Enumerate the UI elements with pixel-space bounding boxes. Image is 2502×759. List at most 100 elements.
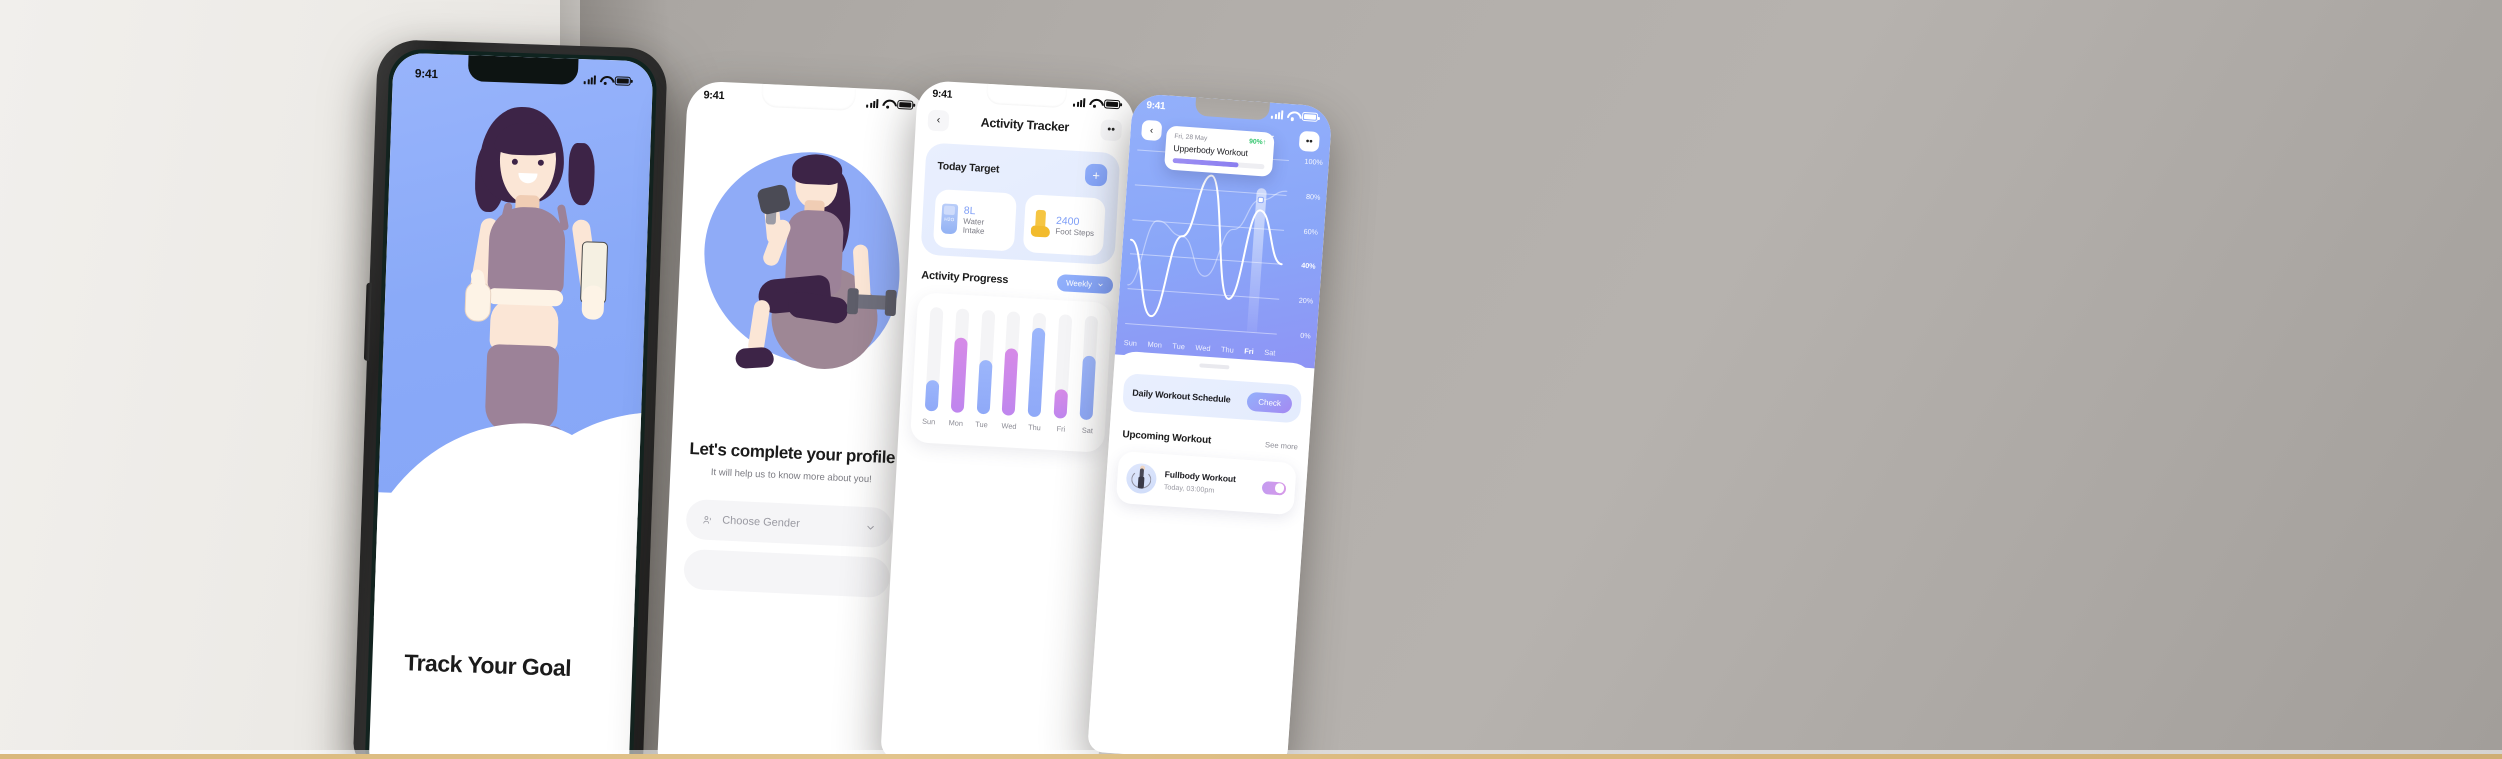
x-tick-label: Tue	[1172, 341, 1186, 352]
y-tick-label: 40%	[1300, 261, 1316, 272]
upcoming-workout-title: Upcoming Workout	[1122, 429, 1212, 447]
tooltip-percent: 90%↑	[1248, 138, 1267, 147]
hero-illustration-area	[368, 52, 654, 629]
activity-progress-header: Activity Progress Weekly	[921, 266, 1114, 295]
bar-column	[1002, 311, 1021, 416]
bar-track	[1053, 314, 1073, 419]
jump-rope-avatar	[1125, 462, 1158, 495]
page-title: Let's complete your profile	[689, 438, 896, 468]
chevron-down-icon	[1098, 283, 1103, 287]
y-tick-label: 80%	[1305, 191, 1321, 202]
workout-toggle[interactable]	[1261, 480, 1287, 496]
sheet-grabber[interactable]	[1199, 363, 1230, 370]
notch	[761, 83, 856, 112]
range-label: Weekly	[1065, 278, 1093, 289]
bar-fill	[1002, 348, 1019, 416]
x-tick-label: Thu	[1220, 344, 1235, 355]
profile-illustration	[683, 131, 920, 391]
bar-fill	[1079, 355, 1097, 421]
today-target-title: Today Target	[937, 160, 1000, 176]
range-dropdown[interactable]: Weekly	[1056, 273, 1114, 295]
navigation-bar: ‹ Activity Tracker ••	[915, 106, 1134, 144]
y-tick-label: 100%	[1304, 156, 1324, 167]
phone-1-onboarding: 9:41 Track Your Goal	[352, 38, 668, 759]
gender-select[interactable]: Choose Gender	[685, 498, 893, 549]
x-tick-label: Sun	[1123, 337, 1138, 348]
bar-fill	[950, 337, 968, 413]
today-target-header: Today Target +	[937, 155, 1108, 187]
wifi-icon	[600, 75, 611, 84]
status-time: 9:41	[932, 87, 953, 101]
water-intake-tile[interactable]: H2O 8L Water Intake	[932, 189, 1017, 252]
bar-column	[924, 306, 944, 412]
x-tick-label: Fri	[1244, 346, 1255, 357]
phone-1-screen: 9:41 Track Your Goal	[368, 52, 654, 759]
boot-icon	[1030, 209, 1051, 238]
x-tick-label: Mon	[1147, 339, 1163, 350]
today-target-card: Today Target + H2O 8L Water Intake 2400 …	[920, 142, 1121, 266]
water-intake-label: Water Intake	[962, 216, 985, 236]
bar-label: Sat	[1081, 425, 1094, 436]
page-title: Activity Tracker	[980, 115, 1070, 135]
bar-fill	[1053, 388, 1069, 419]
x-tick-label: Sat	[1264, 347, 1276, 358]
signal-icon	[584, 74, 596, 85]
signal-icon	[1271, 110, 1284, 120]
daily-schedule-label: Daily Workout Schedule	[1131, 387, 1231, 405]
chart-line-primary	[1130, 174, 1283, 318]
bar-label: Wed	[1001, 421, 1017, 431]
activity-bar-chart: Sun Mon Tue Wed Thu Fri Sat	[909, 292, 1113, 453]
battery-icon	[614, 75, 631, 86]
wifi-icon	[1287, 111, 1299, 121]
woman-exercise-ball-illustration	[735, 151, 897, 378]
page-title: Track Your Goal	[403, 649, 572, 682]
bar-track	[950, 308, 970, 413]
see-more-link[interactable]: See more	[1265, 440, 1298, 451]
bar-track	[1002, 311, 1021, 416]
page-subtitle: It will help us to know more about you!	[710, 466, 872, 486]
chart-highlight-point	[1257, 196, 1264, 204]
bar-fill	[1027, 327, 1046, 418]
status-time: 9:41	[414, 66, 438, 82]
notch	[467, 55, 579, 85]
status-icons	[866, 98, 914, 110]
y-tick-label: 60%	[1303, 226, 1319, 237]
bar-column	[1079, 315, 1099, 421]
secondary-field[interactable]	[683, 548, 891, 599]
target-tiles: H2O 8L Water Intake 2400 Foot Steps	[932, 189, 1106, 257]
battery-icon	[1301, 111, 1319, 122]
bar-track	[924, 306, 944, 412]
wifi-icon	[1089, 98, 1100, 108]
bar-fill	[976, 359, 993, 415]
list-item[interactable]: Fullbody Workout Today, 03:00pm	[1115, 450, 1297, 516]
bar-label: Tue	[975, 419, 989, 430]
status-icons	[1271, 110, 1319, 122]
back-button[interactable]: ‹	[927, 109, 950, 132]
bar-track	[1027, 312, 1047, 418]
y-tick-label: 0%	[1300, 330, 1312, 341]
check-button[interactable]: Check	[1246, 391, 1293, 414]
tooltip-progress-fill	[1172, 157, 1239, 168]
x-tick-label: Wed	[1195, 342, 1211, 354]
notch	[985, 83, 1067, 109]
more-options-button[interactable]: ••	[1100, 118, 1123, 141]
wifi-icon	[882, 99, 893, 108]
back-button[interactable]: ‹	[1141, 119, 1163, 142]
more-options-button[interactable]: ••	[1298, 130, 1320, 153]
battery-icon	[1103, 98, 1121, 109]
status-icons	[1073, 97, 1121, 109]
bar-track	[1079, 315, 1099, 421]
y-tick-label: 20%	[1298, 295, 1314, 306]
status-time: 9:41	[703, 89, 725, 103]
bar-label: Sun	[921, 416, 936, 427]
water-glass-icon: H2O	[940, 203, 959, 235]
foot-steps-tile[interactable]: 2400 Foot Steps	[1022, 194, 1106, 257]
add-target-button[interactable]: +	[1084, 163, 1108, 187]
bar-label: Fri	[1056, 424, 1066, 434]
bar-column	[1027, 312, 1047, 418]
signal-icon	[1073, 97, 1086, 107]
foot-steps-label: Foot Steps	[1055, 226, 1095, 238]
bar-chart-bars	[923, 306, 1101, 421]
tooltip-progress-track	[1172, 157, 1265, 170]
chevron-down-icon	[867, 525, 874, 530]
